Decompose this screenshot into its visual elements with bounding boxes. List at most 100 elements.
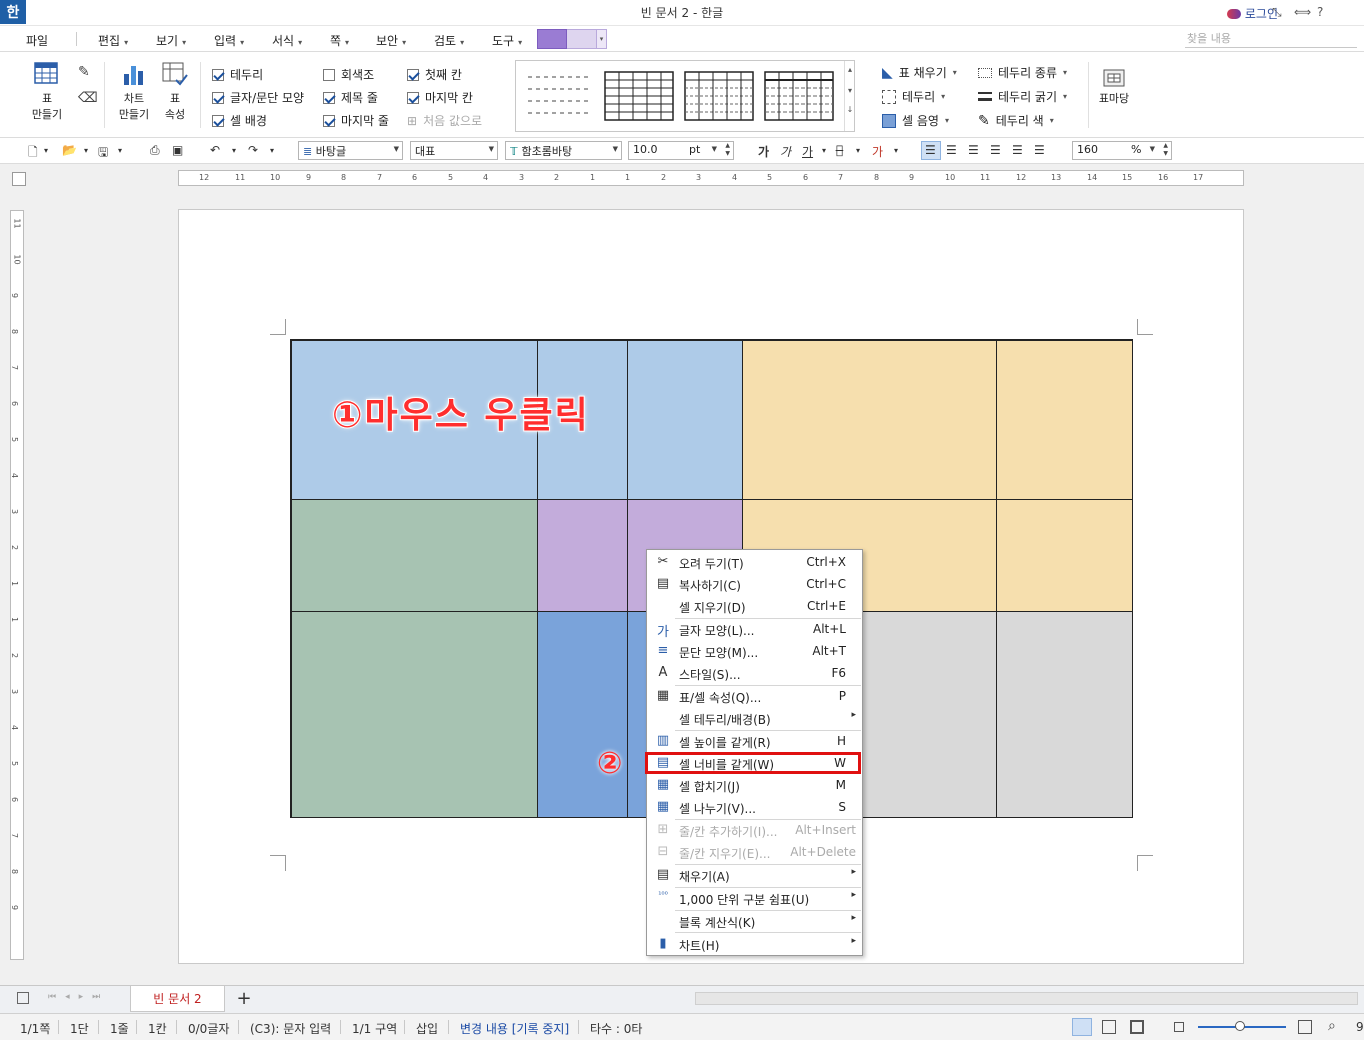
chevron-down-icon[interactable]: ▾ <box>44 146 48 155</box>
check-last-row[interactable]: 마지막 줄 <box>323 112 389 129</box>
reset-style-button[interactable]: ⊞ 처음 값으로 <box>407 112 482 129</box>
italic-button[interactable]: 가 <box>780 143 791 160</box>
table-cell[interactable] <box>291 611 538 818</box>
table-props-button[interactable]: 표 속성 <box>158 62 192 132</box>
menu-cut[interactable]: ✂ 오려 두기(T) Ctrl+X <box>647 551 862 573</box>
horizontal-ruler[interactable]: 12 11 10 9 8 7 6 5 4 3 2 1 1 2 3 4 5 6 7 8 9 10 11 12 13 14 15 16 17 <box>178 170 1244 186</box>
table-tools-toggle[interactable]: ▾ <box>537 29 607 49</box>
resize-width-icon[interactable]: ⟺ <box>1294 5 1311 19</box>
find-input[interactable]: 찾을 내용 <box>1185 30 1357 48</box>
table-style-grid[interactable] <box>604 71 674 121</box>
table-style-header[interactable] <box>764 71 834 121</box>
menu-edit[interactable]: 편집 ▾ <box>98 32 128 49</box>
chevron-down-icon[interactable]: ▾ <box>84 146 88 155</box>
cell-shade-button[interactable]: 셀 음영 ▾ <box>882 112 949 129</box>
check-border[interactable]: 테두리 <box>212 66 263 83</box>
align-justify-icon[interactable]: ☰ <box>925 143 936 157</box>
menu-cell-border-bg[interactable]: 셀 테두리/배경(B) ▸ <box>647 707 862 729</box>
zoom-in-icon[interactable] <box>1298 1020 1312 1034</box>
menu-view[interactable]: 보기 ▾ <box>156 32 186 49</box>
menu-security[interactable]: 보안 ▾ <box>376 32 406 49</box>
menu-equal-height[interactable]: ▥ 셀 높이를 같게(R) H <box>647 730 862 752</box>
table-cell[interactable] <box>537 611 628 818</box>
chevron-down-icon[interactable]: ▾ <box>270 146 274 155</box>
chevron-down-icon[interactable]: ▾ <box>894 146 898 155</box>
menu-block-formula[interactable]: 블록 계산식(K) ▸ <box>647 910 862 932</box>
menu-split-cells[interactable]: ▦ 셀 나누기(V)... S <box>647 796 862 818</box>
check-last-col[interactable]: 마지막 칸 <box>407 89 473 106</box>
menu-copy[interactable]: ▤ 복사하기(C) Ctrl+C <box>647 573 862 595</box>
table-cell[interactable] <box>996 340 1133 500</box>
magnifier-icon[interactable]: ⌕ <box>1328 1018 1336 1034</box>
table-layout-tab-icon[interactable] <box>567 29 597 49</box>
table-cell[interactable] <box>627 340 743 500</box>
gallery-scroll[interactable]: ▴ ▾ ↓ <box>844 61 855 131</box>
tab-nav-arrows-icon[interactable]: ⏮◂▸⏭ <box>48 992 109 1002</box>
table-style-dashed[interactable] <box>684 71 754 121</box>
chevron-down-icon[interactable]: ▾ <box>232 146 236 155</box>
menu-table-cell-props[interactable]: ▦ 표/셀 속성(Q)... P <box>647 685 862 707</box>
font-size-input[interactable]: 10.0 pt ▼ ▲ ▼ <box>628 141 734 160</box>
border-button[interactable]: 테두리 ▾ <box>882 88 945 105</box>
login-button[interactable]: 로그인 <box>1226 5 1278 22</box>
language-select[interactable]: 대표 ▼ <box>410 141 498 160</box>
status-page[interactable]: 1/1쪽 <box>20 1020 50 1037</box>
check-header-row[interactable]: 제목 줄 <box>323 89 378 106</box>
bold-button[interactable]: 가 <box>758 143 769 160</box>
menu-page[interactable]: 쪽 ▾ <box>330 32 349 49</box>
add-tab-button[interactable]: + <box>232 988 256 1010</box>
menu-review[interactable]: 검토 ▾ <box>434 32 464 49</box>
print-preview-icon[interactable]: ▣ <box>172 143 183 157</box>
menu-format[interactable]: 서식 ▾ <box>272 32 302 49</box>
redo-icon[interactable]: ↷ <box>248 143 258 157</box>
check-grayscale[interactable]: 회색조 <box>323 66 374 83</box>
print-icon[interactable]: ⎙ <box>150 143 160 158</box>
check-char-para-shape[interactable]: 글자/문단 모양 <box>212 89 304 106</box>
menu-fill[interactable]: ▤ 채우기(A) ▸ <box>647 864 862 886</box>
status-insert-mode[interactable]: 삽입 <box>416 1020 438 1037</box>
table-cell[interactable] <box>742 340 997 500</box>
view-normal-icon[interactable] <box>1072 1018 1092 1036</box>
table-design-tab-icon[interactable] <box>537 29 567 49</box>
view-page-icon[interactable] <box>1130 1020 1144 1034</box>
font-color-icon[interactable]: 가 <box>872 143 883 160</box>
menu-insert[interactable]: 입력 ▾ <box>214 32 244 49</box>
menu-add-row-col[interactable]: ⊞ 줄/칸 추가하기(I)... Alt+Insert <box>647 819 862 841</box>
font-select[interactable]: 𝕋 함초롬바탕 ▼ <box>505 141 622 160</box>
align-center-icon[interactable]: ☰ <box>968 143 979 157</box>
table-make-button[interactable]: 표 만들기 <box>30 62 64 132</box>
table-erase-icon[interactable]: ⌫ <box>78 90 98 106</box>
menu-delete-row-col[interactable]: ⊟ 줄/칸 지우기(E)... Alt+Delete <box>647 841 862 863</box>
chevron-down-icon[interactable]: ▾ <box>118 146 122 155</box>
border-type-button[interactable]: 테두리 종류 ▾ <box>978 64 1067 81</box>
chevron-down-icon[interactable]: ▾ <box>822 146 826 155</box>
align-split-icon[interactable]: ☰ <box>1034 143 1045 157</box>
vertical-ruler[interactable]: 11 10 9 8 7 6 5 4 3 2 1 1 2 3 4 5 6 7 8 9 <box>10 210 24 960</box>
table-fill-button[interactable]: ◣ 표 채우기 ▾ <box>882 64 957 81</box>
check-cell-background[interactable]: 셀 배경 <box>212 112 267 129</box>
border-color-button[interactable]: ✎ 테두리 색 ▾ <box>978 112 1054 129</box>
fullscreen-icon[interactable]: ⤡ <box>1272 5 1282 20</box>
zoom-slider-handle[interactable] <box>1235 1021 1245 1031</box>
strikethrough-icon[interactable]: 가̶ <box>836 143 843 157</box>
menu-chart[interactable]: ▮ 차트(H) ▸ <box>647 933 862 955</box>
horizontal-scrollbar[interactable] <box>695 992 1358 1005</box>
menu-merge-cells[interactable]: ▦ 셀 합치기(J) M <box>647 774 862 796</box>
undo-icon[interactable]: ↶ <box>210 143 220 157</box>
menu-thousands-separator[interactable]: ¹⁰⁰ 1,000 단위 구분 쉼표(U) ▸ <box>647 887 862 909</box>
page-view-icon[interactable] <box>17 992 29 1004</box>
menu-file[interactable]: 파일 <box>26 32 48 49</box>
table-marquee-button[interactable]: 표마당 <box>1096 66 1132 126</box>
menu-para-shape[interactable]: ≡ 문단 모양(M)... Alt+T <box>647 640 862 662</box>
zoom-out-icon[interactable] <box>1174 1022 1184 1032</box>
table-cell[interactable] <box>291 499 538 612</box>
table-style-none[interactable] <box>524 71 594 121</box>
new-doc-icon[interactable]: 🗋 <box>28 143 38 164</box>
style-select[interactable]: ≣ 바탕글 ▼ <box>298 141 403 160</box>
border-width-button[interactable]: 테두리 굵기 ▾ <box>978 88 1067 105</box>
view-width-icon[interactable] <box>1102 1020 1116 1034</box>
tab-document[interactable]: 빈 문서 2 <box>130 986 225 1012</box>
check-first-col[interactable]: 첫째 칸 <box>407 66 462 83</box>
open-folder-icon[interactable]: 📂 <box>62 143 77 157</box>
menu-tools[interactable]: 도구 ▾ <box>492 32 522 49</box>
